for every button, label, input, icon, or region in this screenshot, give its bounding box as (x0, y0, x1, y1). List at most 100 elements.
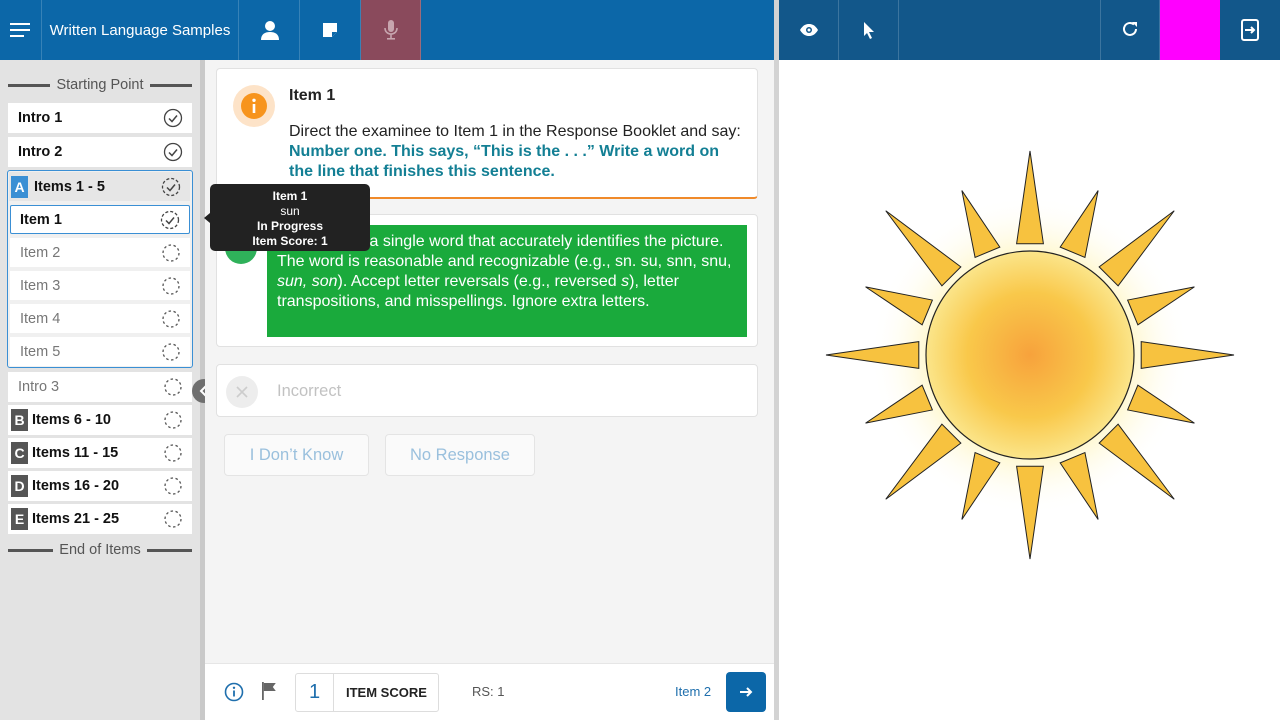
nav-item-label: Item 5 (20, 343, 61, 360)
pending-circle-icon (160, 341, 182, 363)
correct-criteria-text: ). Accept letter reversals (e.g., revers… (337, 273, 622, 290)
dont-know-button[interactable]: I Don’t Know (224, 434, 369, 476)
incorrect-radio[interactable] (226, 376, 258, 408)
info-icon (241, 93, 267, 119)
item-tooltip: Item 1 sun In Progress Item Score: 1 (210, 184, 370, 251)
accent-color-block[interactable] (1160, 0, 1220, 60)
nav-item-item-2[interactable]: Item 2 (10, 238, 190, 267)
correct-criteria-italic: sun, son (277, 273, 338, 290)
group-letter-badge: A (11, 175, 28, 198)
nav-item-intro-3[interactable]: Intro 3 (8, 372, 192, 402)
tooltip-arrow (204, 213, 210, 223)
sun-disc (925, 250, 1135, 460)
group-letter-badge: E (11, 508, 28, 530)
incorrect-label: Incorrect (277, 382, 342, 400)
instruction-title: Item 1 (289, 87, 336, 104)
next-item-label[interactable]: Item 2 (675, 684, 711, 699)
pointer-button[interactable] (839, 0, 899, 60)
item-score-label: ITEM SCORE (346, 685, 427, 700)
hamburger-icon (9, 23, 30, 37)
arrow-right-icon (740, 687, 753, 697)
nav-group-label: Items 6 - 10 (32, 412, 111, 428)
nav-item-item-3[interactable]: Item 3 (10, 271, 190, 300)
group-letter-badge: C (11, 442, 28, 464)
starting-point-label: Starting Point (8, 75, 192, 95)
nav-item-label: Item 1 (20, 211, 62, 228)
nav-item-label: Intro 3 (18, 379, 60, 395)
info-button[interactable] (224, 682, 244, 707)
nav-item-item-1[interactable]: Item 1 (10, 205, 190, 234)
item-score-value[interactable]: 1 (296, 674, 334, 711)
app-title: Written Language Samples (41, 0, 239, 60)
person-icon (260, 21, 279, 40)
pending-circle-icon (160, 308, 182, 330)
nav-item-intro-2[interactable]: Intro 2 (8, 137, 192, 167)
exit-icon (1241, 19, 1259, 41)
tooltip-title: Item 1 (272, 189, 308, 203)
tooltip-status: In Progress (256, 219, 324, 233)
item-score-box: 1 ITEM SCORE (295, 673, 439, 712)
nav-group-b[interactable]: B Items 6 - 10 (8, 405, 192, 435)
check-circle-icon (162, 141, 184, 163)
nav-item-label: Item 3 (20, 277, 61, 294)
pending-circle-icon (162, 376, 184, 398)
nav-group-label: Items 16 - 20 (32, 478, 120, 494)
nav-group-label: Items 21 - 25 (32, 511, 120, 527)
partial-check-icon (160, 176, 182, 198)
nav-item-label: Intro 1 (18, 110, 63, 126)
no-response-button[interactable]: No Response (385, 434, 535, 476)
nav-group-a[interactable]: A Items 1 - 5 (9, 172, 190, 201)
cursor-icon (863, 22, 874, 39)
instruction-body: Direct the examinee to Item 1 in the Res… (289, 122, 741, 182)
pending-circle-icon (160, 275, 182, 297)
nav-item-item-4[interactable]: Item 4 (10, 304, 190, 333)
nav-item-intro-1[interactable]: Intro 1 (8, 103, 192, 133)
menu-button[interactable] (0, 0, 41, 60)
tooltip-score: Item Score: 1 (252, 234, 328, 248)
nav-item-label: Item 4 (20, 310, 61, 327)
partial-check-icon (159, 209, 181, 231)
nav-group-d[interactable]: D Items 16 - 20 (8, 471, 192, 501)
note-icon (323, 23, 337, 37)
exit-button[interactable] (1220, 0, 1280, 60)
check-circle-icon (162, 107, 184, 129)
incorrect-response-card[interactable]: Incorrect (216, 364, 758, 417)
nav-group-c[interactable]: C Items 11 - 15 (8, 438, 192, 468)
nav-item-label: Intro 2 (18, 144, 63, 160)
stimulus-pane (779, 60, 1280, 720)
examinee-button[interactable] (240, 0, 300, 60)
nav-item-label: Item 2 (20, 244, 61, 261)
nav-group-label: Items 11 - 15 (32, 445, 119, 461)
tooltip-word: sun (280, 204, 300, 218)
info-outline-icon (224, 682, 244, 702)
instruction-say-text: Number one. This says, “This is the . . … (289, 143, 720, 180)
info-icon-wrapper (233, 85, 275, 127)
microphone-button[interactable] (361, 0, 421, 60)
pending-circle-icon (160, 242, 182, 264)
instruction-text: Direct the examinee to Item 1 in the Res… (289, 123, 741, 140)
microphone-icon (383, 20, 398, 40)
refresh-button[interactable] (1100, 0, 1160, 60)
nav-item-item-5[interactable]: Item 5 (10, 337, 190, 366)
raw-score: RS: 1 (472, 684, 505, 699)
pending-circle-icon (162, 409, 184, 431)
pending-circle-icon (162, 508, 184, 530)
end-of-items-label: End of Items (8, 540, 192, 560)
sun-picture (825, 150, 1235, 560)
pending-circle-icon (162, 475, 184, 497)
correct-criteria-italic: s (621, 273, 630, 290)
eye-icon (799, 24, 818, 36)
notes-button[interactable] (300, 0, 361, 60)
instruction-card: Item 1 Direct the examinee to Item 1 in … (216, 68, 758, 199)
flag-button[interactable] (260, 681, 278, 706)
group-letter-badge: D (11, 475, 28, 497)
close-icon (236, 386, 248, 398)
refresh-icon (1123, 21, 1137, 36)
group-letter-badge: B (11, 409, 28, 431)
pending-circle-icon (162, 442, 184, 464)
nav-group-label: Items 1 - 5 (34, 178, 105, 195)
next-item-button[interactable] (726, 672, 766, 712)
nav-group-e[interactable]: E Items 21 - 25 (8, 504, 192, 534)
flag-icon (262, 682, 276, 700)
preview-button[interactable] (779, 0, 839, 60)
